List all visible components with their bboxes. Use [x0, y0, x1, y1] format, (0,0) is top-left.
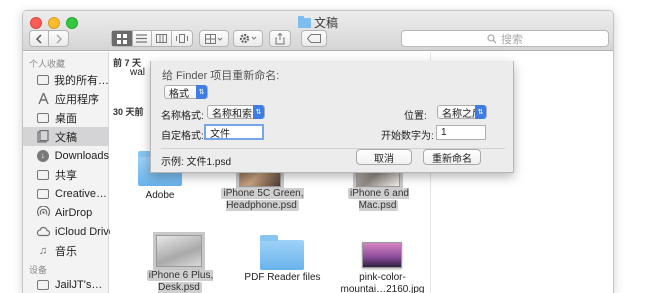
chevron-updown-icon: ⇅: [253, 105, 264, 119]
chevron-right-icon: [55, 33, 62, 44]
arrange-grid-icon: [205, 33, 223, 44]
rename-button[interactable]: 重新命名: [423, 149, 481, 165]
start-number-label: 开始数字为:: [381, 131, 434, 142]
sidebar-item-creative[interactable]: Creative…: [23, 184, 109, 203]
sidebar-item-airdrop[interactable]: AirDrop: [23, 203, 109, 222]
grid-icon: [116, 33, 127, 44]
list-view-button[interactable]: [133, 31, 153, 46]
custom-format-field[interactable]: 文件: [204, 124, 264, 140]
downloads-icon: ↓: [36, 149, 50, 163]
documents-icon: [36, 130, 50, 144]
arrange-button[interactable]: [199, 30, 229, 47]
computer-icon: [36, 278, 50, 292]
gear-icon: [239, 33, 257, 44]
partial-file-label[interactable]: wal: [130, 67, 145, 78]
cancel-button[interactable]: 取消: [356, 149, 412, 165]
start-number-field[interactable]: 1: [436, 125, 486, 140]
rename-sheet-title: 给 Finder 项目重新命名:: [162, 70, 280, 82]
name-format-label: 名称格式:: [161, 111, 204, 122]
back-forward-control: [29, 30, 69, 47]
sidebar-item-label: 我的所有…: [54, 74, 109, 87]
sidebar-item-icloud-drive[interactable]: iCloud Drive: [23, 222, 115, 241]
file-label: pink-color- mountai…2160.jpg: [340, 272, 425, 293]
rename-sheet: 给 Finder 项目重新命名: 格式 ⇅ 名称格式: 名称和索引 ⇅ 位置: …: [150, 61, 514, 173]
back-button[interactable]: [30, 31, 50, 46]
sidebar-item-label: JailJT's…: [55, 278, 103, 291]
rename-example-text: 示例: 文件1.psd: [161, 157, 232, 168]
sidebar-item-label: iCloud Drive: [55, 225, 115, 238]
sidebar-item-all-files[interactable]: 我的所有…: [23, 70, 109, 89]
sidebar-item-label: 音乐: [55, 245, 77, 258]
desktop-icon: [36, 111, 50, 125]
tags-button[interactable]: [301, 30, 327, 47]
sidebar-item-documents[interactable]: 文稿: [23, 127, 109, 146]
sidebar-item-label: 应用程序: [55, 93, 99, 106]
file-label: iPhone 5C Green, Headphone.psd: [221, 188, 304, 211]
tag-icon: [307, 34, 321, 43]
sidebar-item-label: Downloads: [54, 149, 109, 162]
custom-format-label: 自定格式:: [161, 131, 204, 142]
all-files-icon: [36, 73, 49, 87]
image-thumbnail: [362, 242, 402, 268]
search-field[interactable]: 搜索: [401, 30, 609, 47]
folder-icon: [297, 16, 311, 28]
file-label: PDF Reader files: [244, 272, 321, 283]
search-icon: [487, 33, 497, 43]
sidebar: 个人收藏 我的所有… 应用程序 桌面 文稿 ↓ Downloads 共享 Cre…: [23, 52, 115, 293]
sidebar-item-label: Creative…: [55, 187, 107, 200]
shared-folder-icon: [36, 168, 50, 182]
chevron-updown-icon: ⇅: [475, 105, 486, 119]
group-header-30-days: 30 天前: [113, 107, 144, 117]
column-view-button[interactable]: [152, 31, 172, 46]
sidebar-item-music[interactable]: ♫ 音乐: [23, 241, 109, 260]
file-label: Adobe: [145, 190, 175, 201]
sidebar-item-applications[interactable]: 应用程序: [23, 89, 109, 108]
window-title: 文稿: [23, 14, 613, 31]
sidebar-item-label: 桌面: [55, 112, 77, 125]
sidebar-item-computer[interactable]: JailJT's…: [23, 275, 109, 293]
cover-flow-icon: [175, 34, 188, 43]
sidebar-item-label: 文稿: [55, 131, 77, 144]
list-icon: [136, 34, 148, 43]
sidebar-item-shared[interactable]: 共享: [23, 165, 109, 184]
file-label: iPhone 6 Plus, Desk.psd: [146, 270, 214, 293]
chevron-left-icon: [35, 33, 42, 44]
airdrop-icon: [36, 206, 50, 220]
sidebar-item-downloads[interactable]: ↓ Downloads: [23, 146, 109, 165]
share-icon: [275, 32, 285, 44]
share-button[interactable]: [269, 30, 291, 47]
search-placeholder: 搜索: [501, 33, 523, 46]
image-thumbnail: [153, 232, 205, 270]
applications-icon: [36, 92, 50, 106]
sidebar-item-desktop[interactable]: 桌面: [23, 108, 109, 127]
favorites-header: 个人收藏: [29, 59, 66, 69]
sidebar-item-label: 共享: [55, 169, 77, 182]
file-label: iPhone 6 and Mac.psd: [348, 188, 409, 211]
folder-icon: [260, 235, 304, 270]
sidebar-item-label: AirDrop: [55, 206, 93, 219]
folder-icon: [36, 187, 50, 201]
cover-flow-button[interactable]: [172, 31, 192, 46]
music-icon: ♫: [38, 244, 48, 257]
forward-button[interactable]: [49, 31, 68, 46]
rename-mode-popup[interactable]: 格式 ⇅: [164, 85, 208, 100]
icloud-icon: [36, 225, 50, 239]
position-label: 位置:: [404, 111, 427, 122]
position-popup[interactable]: 名称之后 ⇅: [437, 105, 487, 120]
name-format-popup[interactable]: 名称和索引 ⇅: [207, 105, 265, 120]
columns-icon: [155, 34, 167, 43]
icon-view-button[interactable]: [112, 31, 133, 46]
action-button[interactable]: [233, 30, 263, 47]
view-mode-control: [111, 30, 193, 47]
finder-window: 文稿 搜索 个人收藏 我的所有… 应用程序 桌面 文稿 ↓ Downloads …: [22, 10, 614, 293]
title-bar: 文稿 搜索: [23, 11, 613, 51]
chevron-updown-icon: ⇅: [196, 85, 207, 99]
